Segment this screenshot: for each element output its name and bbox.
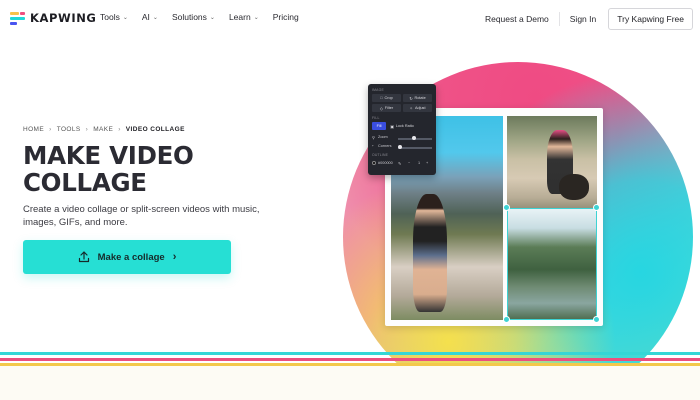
chevron-right-icon: › <box>85 126 89 133</box>
breadcrumb-make[interactable]: MAKE <box>93 126 113 133</box>
sign-in-link[interactable]: Sign In <box>570 14 596 24</box>
header-actions: Request a Demo Sign In Try Kapwing Free <box>485 8 693 30</box>
eyedropper-icon[interactable]: ✎ <box>398 161 401 166</box>
person-figure <box>413 194 447 312</box>
resize-handle[interactable] <box>503 316 510 323</box>
nav-label: Learn <box>228 12 251 22</box>
button-label: Filter <box>384 106 394 110</box>
chevron-down-icon: ⌄ <box>122 14 128 21</box>
color-value[interactable]: #000000 <box>378 161 393 165</box>
breadcrumb-current: VIDEO COLLAGE <box>125 126 185 133</box>
corners-slider-knob[interactable] <box>398 145 402 149</box>
button-label: Fill <box>376 124 382 128</box>
filter-button[interactable]: ◇ Filter <box>372 104 401 112</box>
hero-description: Create a video collage or split-screen v… <box>23 204 260 228</box>
nav-item-pricing[interactable]: Pricing <box>273 12 299 22</box>
corners-icon: ⌜ <box>372 145 374 149</box>
upload-icon <box>78 251 89 263</box>
panel-section-label: FILL <box>372 116 380 120</box>
kapwing-logo-icon <box>10 11 25 25</box>
resize-handle[interactable] <box>593 316 600 323</box>
corners-label: Corners <box>378 144 392 148</box>
zoom-slider-knob[interactable] <box>412 136 416 140</box>
resize-handle[interactable] <box>503 204 510 211</box>
adjust-button[interactable]: ☼ Adjust <box>403 104 432 112</box>
zoom-label: Zoom <box>378 135 388 139</box>
chevron-right-icon: › <box>172 251 177 263</box>
nav-label: AI <box>141 12 150 22</box>
kapwing-logo[interactable]: KAPWING <box>10 11 96 25</box>
crop-button[interactable]: □ Crop <box>372 94 401 102</box>
plus-icon[interactable]: + <box>426 161 428 165</box>
rotate-button[interactable]: ↻ Rotate <box>403 94 432 102</box>
resize-handle[interactable] <box>593 204 600 211</box>
make-collage-button[interactable]: Make a collage › <box>23 240 231 274</box>
breadcrumb-home[interactable]: HOME <box>23 126 44 133</box>
lock-ratio-button[interactable]: ▣ Lock Ratio <box>388 122 416 130</box>
nav-label: Tools <box>100 12 120 22</box>
nav-item-ai[interactable]: AI ⌄ <box>142 12 158 22</box>
chevron-down-icon: ⌄ <box>152 14 158 21</box>
decor-stripe-pink <box>0 358 700 361</box>
request-demo-link[interactable]: Request a Demo <box>485 14 549 24</box>
dog-figure <box>559 174 589 200</box>
cta-label: Make a collage <box>97 251 165 263</box>
header-divider <box>558 12 560 26</box>
button-label: Crop <box>384 96 393 100</box>
selection-border <box>507 208 597 320</box>
collage-cell-top-right[interactable] <box>507 116 597 212</box>
page-title: MAKE VIDEO COLLAGE <box>23 141 194 197</box>
breadcrumb: HOME › TOOLS › MAKE › VIDEO COLLAGE <box>23 126 185 133</box>
breadcrumb-tools[interactable]: TOOLS <box>57 126 81 133</box>
page-bottom-area <box>0 366 700 400</box>
lock-icon: ▣ <box>390 124 394 129</box>
main-nav: Tools ⌄ AI ⌄ Solutions ⌄ Learn ⌄ Pricing <box>100 12 313 22</box>
decor-stripe-teal <box>0 352 700 355</box>
rotate-icon: ↻ <box>409 96 413 101</box>
chevron-right-icon: › <box>118 126 121 133</box>
zoom-icon: ⚲ <box>372 136 375 140</box>
button-label: Lock Ratio <box>395 124 414 128</box>
chevron-down-icon: ⌄ <box>253 14 259 21</box>
nav-item-tools[interactable]: Tools ⌄ <box>100 12 128 22</box>
editor-panel: IMAGE □ Crop ↻ Rotate ◇ Filter ☼ Adjust FILL… <box>368 84 436 175</box>
panel-section-label: OUTLINE <box>372 153 389 157</box>
logo-text: KAPWING <box>30 11 97 25</box>
crop-icon: □ <box>380 96 383 100</box>
top-navbar: KAPWING Tools ⌄ AI ⌄ Solutions ⌄ Learn ⌄… <box>0 0 700 36</box>
color-swatch[interactable] <box>372 161 376 165</box>
chevron-down-icon: ⌄ <box>209 14 215 21</box>
nav-label: Pricing <box>272 12 299 22</box>
button-label: Rotate <box>414 96 426 100</box>
nav-label: Solutions <box>171 12 207 22</box>
filter-icon: ◇ <box>379 106 383 111</box>
chevron-right-icon: › <box>49 126 52 133</box>
nav-item-solutions[interactable]: Solutions ⌄ <box>172 12 215 22</box>
minus-icon[interactable]: − <box>408 161 410 165</box>
try-free-button[interactable]: Try Kapwing Free <box>608 8 693 30</box>
nav-item-learn[interactable]: Learn ⌄ <box>229 12 259 22</box>
button-label: Adjust <box>414 106 426 110</box>
stroke-width-value: 1 <box>418 161 421 165</box>
adjust-icon: ☼ <box>409 106 413 110</box>
fill-button[interactable]: Fill <box>372 122 386 130</box>
panel-section-label: IMAGE <box>372 88 384 92</box>
corners-slider[interactable] <box>398 147 432 149</box>
